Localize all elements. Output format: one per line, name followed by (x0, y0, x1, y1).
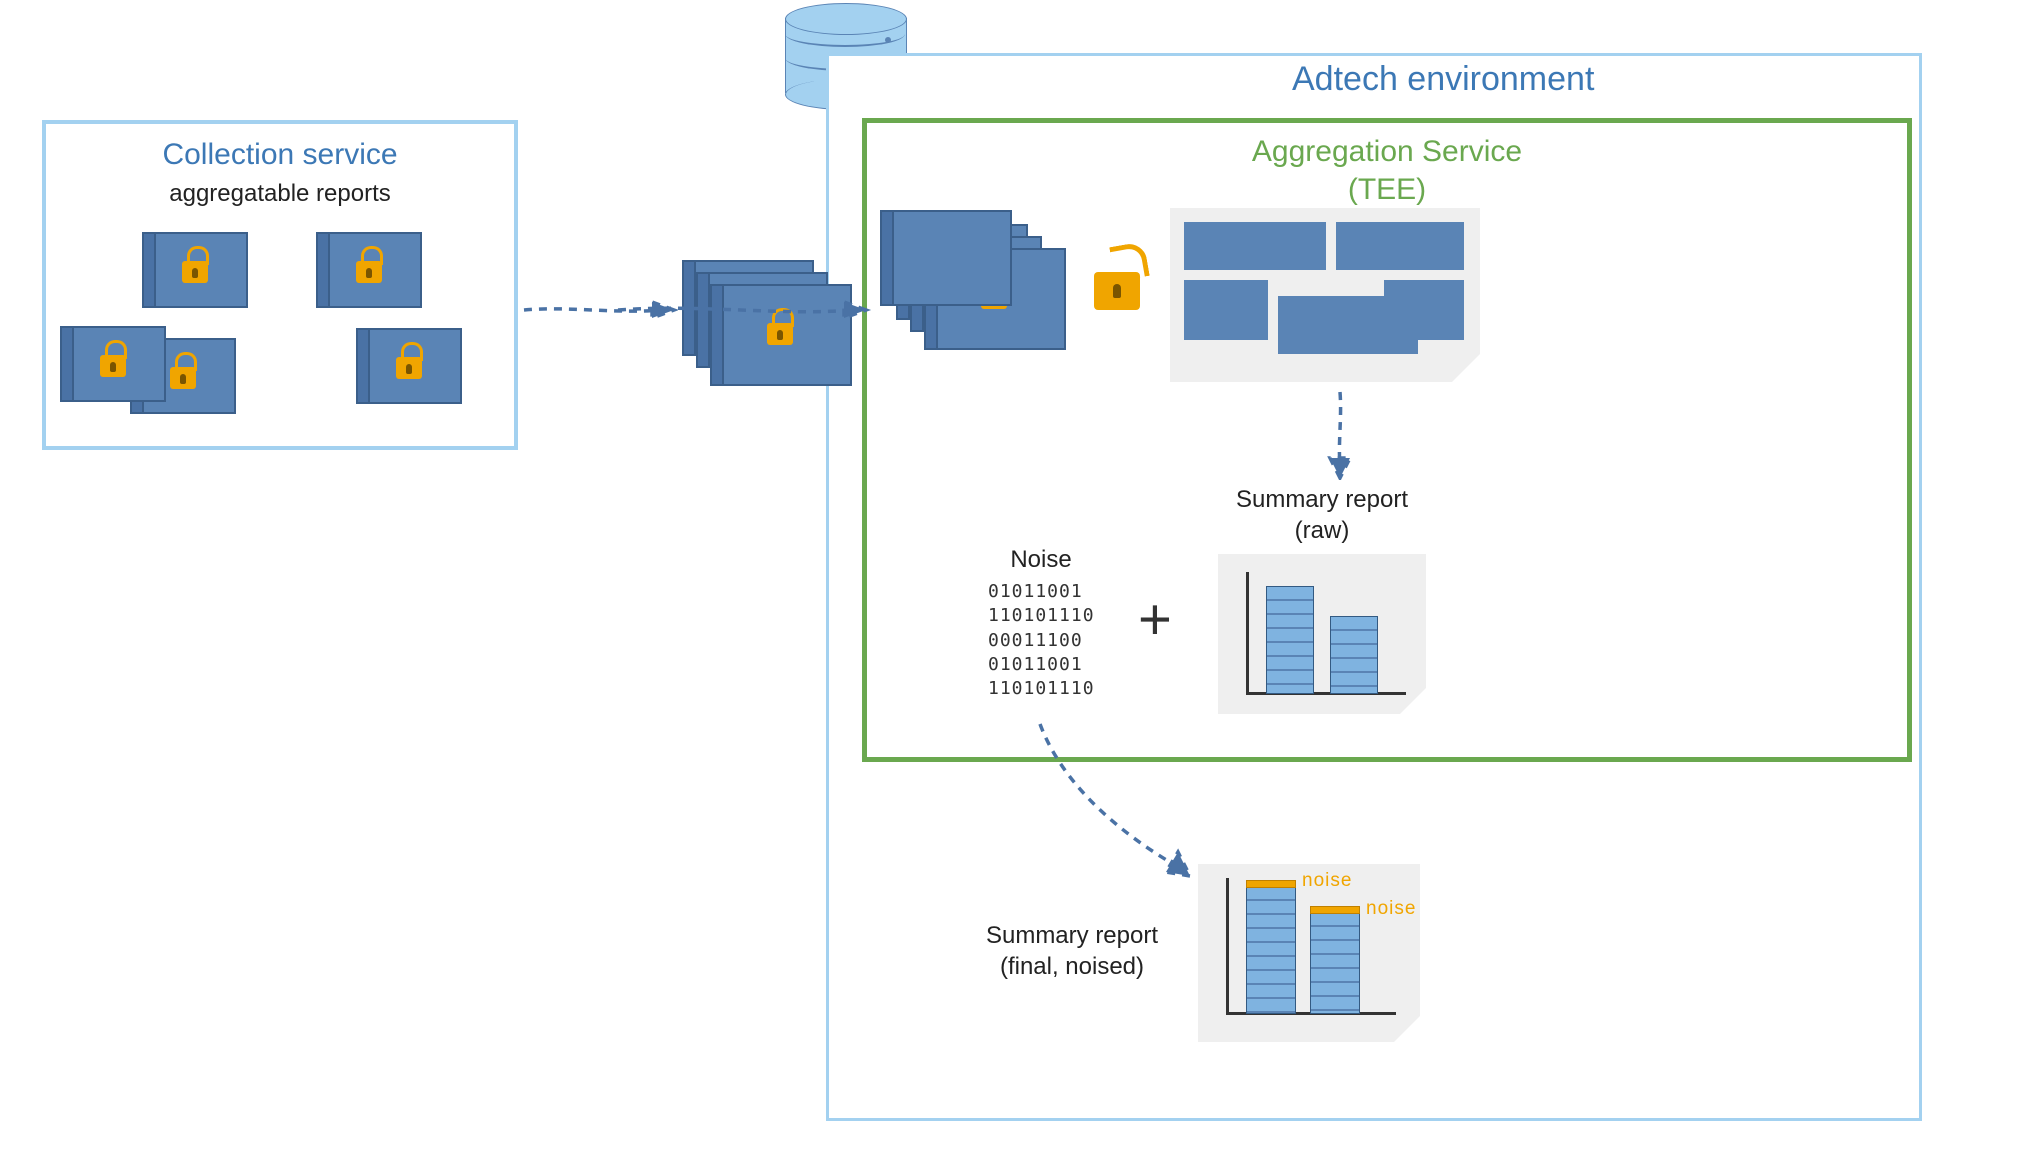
arrow-decrypted-to-raw (1300, 388, 1380, 480)
locked-report-card (60, 326, 166, 402)
noise-bits: 01011001 110101110 00011100 01011001 110… (988, 580, 1095, 701)
noise-cap-label: noise (1302, 870, 1352, 892)
lock-icon (180, 255, 210, 285)
adtech-environment-title: Adtech environment (1292, 60, 1972, 99)
arrow-noise-to-final (1030, 718, 1210, 888)
summary-final-line1: Summary report (986, 922, 1158, 949)
arrow-transit-to-aggregation (612, 290, 872, 330)
locked-report-card (880, 210, 1012, 306)
summary-raw-line1: Summary report (1236, 486, 1408, 513)
locked-report-card (316, 232, 422, 308)
aggregation-title-line2: (TEE) (1348, 173, 1426, 206)
noise-line: 110101110 (988, 604, 1095, 628)
noise-line: 110101110 (988, 677, 1095, 701)
locked-report-card (142, 232, 248, 308)
diagram-canvas: { "collection": { "title": "Collection s… (0, 0, 2032, 1160)
summary-raw-chart (1218, 554, 1426, 714)
plus-operator: + (1138, 586, 1172, 653)
summary-raw-line2: (raw) (1295, 517, 1350, 544)
collection-service-title: Collection service (46, 138, 514, 172)
noise-line: 01011001 (988, 653, 1095, 677)
aggregatable-reports-label: aggregatable reports (46, 180, 514, 208)
lock-icon (98, 349, 128, 379)
summary-final-label: Summary report (final, noised) (952, 920, 1192, 982)
decrypted-data-page (1170, 208, 1480, 382)
lock-icon (168, 361, 198, 391)
noise-line: 00011100 (988, 629, 1095, 653)
lock-icon (354, 255, 384, 285)
noise-line: 01011001 (988, 580, 1095, 604)
locked-report-card (356, 328, 462, 404)
open-lock-icon (1090, 248, 1144, 312)
noise-cap-label: noise (1366, 898, 1416, 920)
summary-raw-label: Summary report (raw) (1192, 484, 1452, 546)
noise-title: Noise (981, 544, 1101, 575)
lock-icon (394, 351, 424, 381)
aggregation-title-line1: Aggregation Service (1252, 135, 1522, 168)
summary-final-line2: (final, noised) (1000, 953, 1144, 980)
aggregation-service-title: Aggregation Service (TEE) (867, 133, 1907, 208)
